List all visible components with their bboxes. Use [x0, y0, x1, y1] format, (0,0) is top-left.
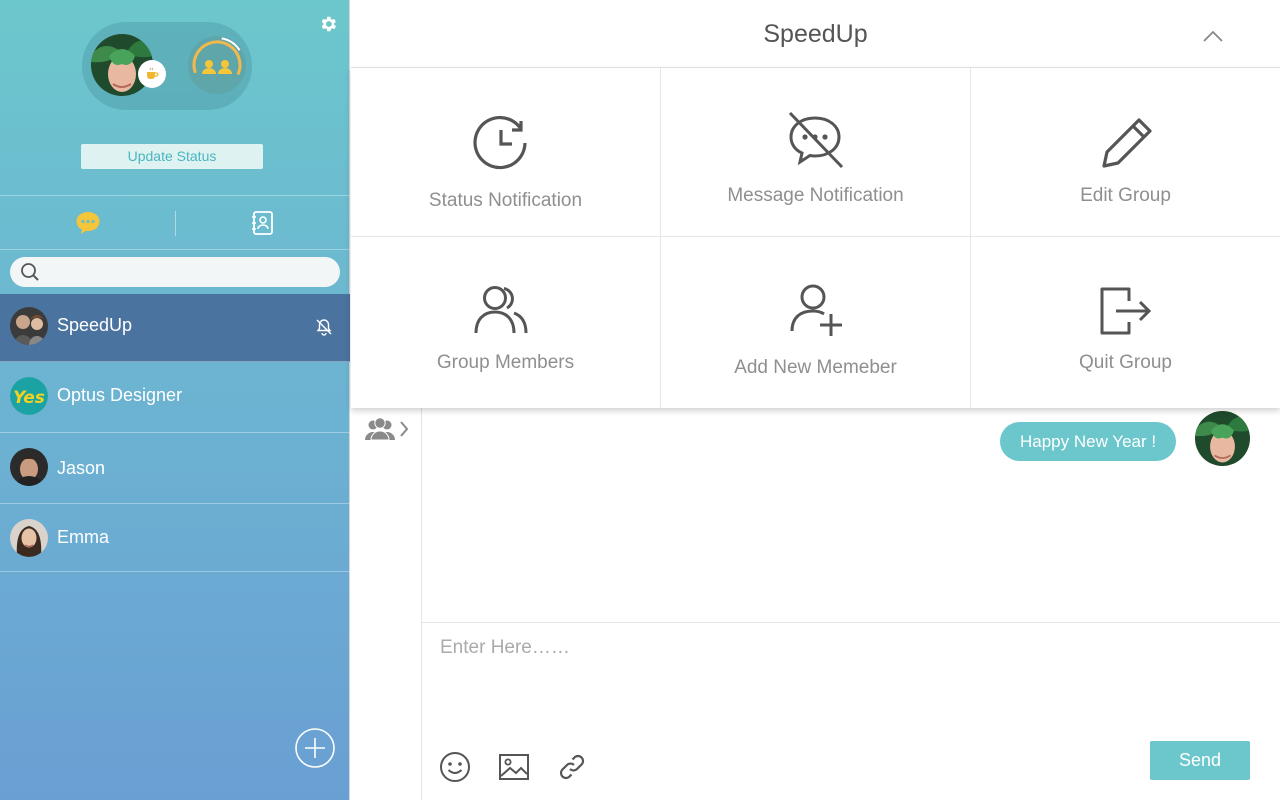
menu-item-label: Status Notification	[428, 190, 583, 211]
chat-name: Optus Designer	[57, 385, 183, 405]
avatar	[10, 307, 48, 345]
chat-main: SpeedUp Status Notification Message Noti…	[351, 0, 1280, 800]
link-icon[interactable]	[556, 751, 588, 783]
chat-name: Emma	[57, 527, 110, 547]
menu-item-message-notification[interactable]: Message Notification	[661, 68, 971, 237]
message-bubble: Happy New Year !	[1000, 422, 1177, 461]
contacts-tab-icon[interactable]	[249, 209, 275, 237]
tab-divider	[175, 211, 176, 236]
chats-tab-icon[interactable]	[74, 209, 102, 237]
menu-item-quit-group[interactable]: Quit Group	[971, 237, 1280, 408]
chat-item-jason[interactable]: Jason	[0, 433, 350, 504]
image-icon[interactable]	[498, 751, 530, 783]
avatar	[1195, 411, 1250, 466]
chat-item-emma[interactable]: Emma	[0, 504, 350, 572]
search-input[interactable]	[48, 261, 328, 283]
chat-item-optus-designer[interactable]: Yes Optus Designer	[0, 362, 350, 433]
muted-bell-icon	[315, 318, 333, 336]
chat-item-speedup[interactable]: SpeedUp	[0, 294, 350, 362]
coffee-status-icon	[138, 60, 166, 88]
chevron-up-icon[interactable]	[1201, 26, 1225, 46]
user-plus-icon	[785, 281, 845, 341]
message-off-icon	[785, 110, 845, 170]
chat-list: SpeedUp Yes Optus Designer Jason Emma	[0, 294, 350, 572]
avatar	[10, 519, 48, 557]
avatar: Yes	[10, 377, 48, 415]
avatar	[10, 448, 48, 486]
message-composer: Send	[422, 622, 1280, 800]
send-button[interactable]: Send	[1150, 741, 1250, 780]
add-chat-plus-icon[interactable]	[295, 728, 335, 768]
logout-icon	[1096, 283, 1156, 343]
search-box	[10, 257, 340, 287]
pencil-icon	[1096, 113, 1156, 173]
users-icon	[471, 279, 531, 339]
group-side-panel	[351, 408, 422, 800]
menu-item-label: Add New Memeber	[734, 357, 897, 378]
emoji-icon[interactable]	[439, 751, 471, 783]
menu-item-edit-group[interactable]: Edit Group	[971, 68, 1280, 237]
chat-name: Jason	[57, 458, 106, 478]
search-icon	[20, 262, 40, 282]
menu-item-add-new-member[interactable]: Add New Memeber	[661, 237, 971, 408]
menu-item-label: Edit Group	[1080, 185, 1171, 206]
group-members-toggle[interactable]	[363, 416, 413, 444]
message-input[interactable]	[440, 637, 1260, 727]
clock-icon	[471, 113, 531, 173]
menu-item-group-members[interactable]: Group Members	[351, 237, 661, 408]
settings-gear-icon[interactable]	[318, 14, 338, 34]
menu-item-label: Message Notification	[727, 185, 904, 206]
menu-item-label: Group Members	[436, 352, 575, 373]
page-title: SpeedUp	[763, 20, 868, 48]
sidebar-tabs	[0, 195, 350, 250]
update-status-button[interactable]: Update Status	[81, 144, 263, 169]
menu-item-status-notification[interactable]: Status Notification	[351, 68, 661, 237]
chat-header: SpeedUp	[351, 0, 1280, 68]
group-status-icon[interactable]	[186, 34, 248, 96]
sidebar: Update Status SpeedUp Yes Optus Designer…	[0, 0, 350, 800]
chat-name: SpeedUp	[57, 315, 133, 335]
group-options-menu: Status Notification Message Notification	[351, 68, 1280, 408]
avatar-yes-text: Yes	[13, 388, 45, 408]
menu-item-label: Quit Group	[1079, 352, 1172, 373]
